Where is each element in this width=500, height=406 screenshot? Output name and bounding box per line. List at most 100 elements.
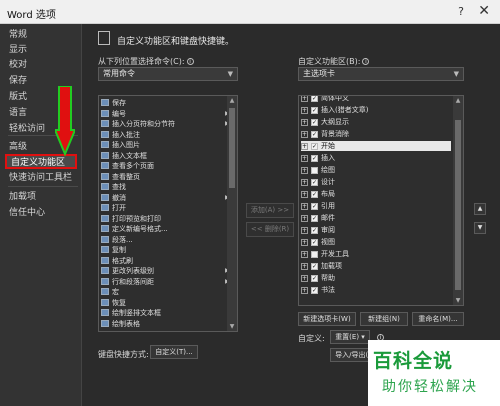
command-item[interactable]: 复制 [101,246,126,254]
expand-icon[interactable]: + [301,238,308,246]
nav-item[interactable]: 高级 [9,140,27,155]
ribbon-tab-item[interactable]: + ✓ 帮助 [301,273,451,283]
scroll-up-icon[interactable]: ▲ [227,97,237,104]
tab-checkbox[interactable]: ✓ [311,190,318,198]
command-item[interactable]: 查看多个页面 [101,162,154,170]
nav-item[interactable]: 加载项 [9,190,36,205]
command-item[interactable]: 段落... [101,235,133,244]
ribbon-tab-item[interactable]: + ✓ 设计 [301,177,451,187]
remove-button[interactable]: << 删除(R) [246,222,294,237]
expand-icon[interactable]: + [301,130,308,138]
command-item[interactable]: 打开 [101,204,126,212]
command-item[interactable]: 插入图片 [101,141,140,149]
command-item[interactable]: 打印预览和打印 [101,214,161,223]
ribbon-tab-item[interactable]: + ✓ 审阅 [301,225,451,235]
ribbon-tab-item[interactable]: + ✓ 书法 [301,285,451,295]
expand-icon[interactable]: + [301,202,308,210]
expand-icon[interactable]: + [301,118,308,126]
nav-item[interactable]: 信任中心 [9,206,45,221]
rename-button[interactable]: 重命名(M)... [412,312,464,326]
expand-icon[interactable]: + [301,286,308,294]
expand-icon[interactable]: + [301,262,308,270]
keyboard-customize-button[interactable]: 自定义(T)... [150,345,198,359]
customize-ribbon-select[interactable]: 主选项卡 ▼ [298,67,464,81]
move-down-button[interactable]: ▼ [474,222,486,234]
tab-checkbox[interactable]: ✓ [311,154,318,162]
scroll-down-icon[interactable]: ▼ [453,297,463,304]
move-up-button[interactable]: ▲ [474,203,486,215]
command-item[interactable]: 编号▶ [101,109,230,118]
command-item[interactable]: 查找 [101,183,126,191]
expand-icon[interactable]: + [301,190,308,198]
nav-item[interactable]: 快速访问工具栏 [9,171,72,186]
expand-icon[interactable]: + [301,166,308,174]
tab-checkbox[interactable]: ✓ [311,96,318,102]
nav-item[interactable]: 自定义功能区 [5,154,77,169]
add-button[interactable]: 添加(A) >> [246,203,294,218]
ribbon-tab-item[interactable]: + ✓ 简体中文 [301,96,451,103]
commands-list[interactable]: 保存编号▶ 插入分页符和分节符▶ 插入批注插入图片插入文本框查看多个页面查看整页查找… [98,95,238,332]
commands-scrollbar[interactable]: ▲ ▼ [227,96,237,331]
new-tab-button[interactable]: 新建选项卡(W) [298,312,356,326]
tab-checkbox[interactable]: ✓ [311,274,318,282]
command-item[interactable]: 宏 [101,288,119,296]
ribbon-tab-item[interactable]: + ✓ 插入(猎者文章) [301,105,451,115]
tab-checkbox[interactable]: ✓ [311,142,318,150]
ribbon-tab-item[interactable]: + ✓ 插入 [301,153,451,163]
tab-checkbox[interactable]: ✓ [311,118,318,126]
nav-item[interactable]: 常规 [9,28,27,43]
command-item[interactable]: 插入文本框 [101,151,147,160]
command-item[interactable]: 插入分页符和分节符▶ [101,120,230,128]
command-item[interactable]: 插入批注 [101,130,140,139]
ribbon-tab-item[interactable]: + ✓ 加载项 [301,261,451,271]
scroll-down-icon[interactable]: ▼ [227,323,237,330]
tab-checkbox[interactable] [311,250,318,258]
command-item[interactable]: 定义新编号格式... [101,225,168,233]
ribbon-tab-item[interactable]: + ✓ 开始 [301,141,451,151]
scroll-thumb[interactable] [229,108,235,188]
expand-icon[interactable]: + [301,214,308,222]
command-item[interactable]: 更改列表级别▶ [101,267,230,275]
ribbon-tab-item[interactable]: + ✓ 背景消除 [301,129,451,139]
expand-icon[interactable]: + [301,142,308,150]
expand-icon[interactable]: + [301,250,308,258]
expand-icon[interactable]: + [301,106,308,114]
new-group-button[interactable]: 新建组(N) [360,312,408,326]
ribbon-tab-item[interactable]: + ✓ 大纲显示 [301,117,451,127]
expand-icon[interactable]: + [301,274,308,282]
tab-checkbox[interactable]: ✓ [311,286,318,294]
expand-icon[interactable]: + [301,154,308,162]
scroll-up-icon[interactable]: ▲ [453,97,463,104]
ribbon-tab-item[interactable]: + ✓ 引用 [301,201,451,211]
ribbon-tab-item[interactable]: + 绘图 [301,165,451,175]
nav-item[interactable]: 保存 [9,74,27,89]
tab-checkbox[interactable]: ✓ [311,238,318,246]
tab-checkbox[interactable]: ✓ [311,262,318,270]
scroll-thumb[interactable] [455,120,461,290]
ribbon-tab-item[interactable]: + ✓ 邮件 [301,213,451,223]
nav-item[interactable]: 版式 [9,90,27,105]
tab-checkbox[interactable] [311,166,318,174]
tab-checkbox[interactable]: ✓ [311,202,318,210]
command-item[interactable]: 恢复 [101,298,126,307]
command-item[interactable]: 保存 [101,99,126,107]
reset-button[interactable]: 重置(E) ▾ [330,330,370,344]
ribbon-tab-item[interactable]: + ✓ 布局 [301,189,451,199]
ribbon-tab-item[interactable]: + 开发工具 [301,249,451,259]
command-item[interactable]: 格式刷 [101,256,133,265]
expand-icon[interactable]: + [301,226,308,234]
close-button[interactable]: ✕ [478,3,490,19]
tab-checkbox[interactable]: ✓ [311,106,318,114]
nav-item[interactable]: 语言 [9,106,27,121]
choose-commands-select[interactable]: 常用命令 ▼ [98,67,238,81]
ribbon-tabs-tree[interactable]: + ✓ 简体中文 + ✓ 插入(猎者文章) + ✓ 大纲显示 + ✓ 背景消除 + ✓ 开始 + ✓ 插入 + 绘图 +… [298,95,464,306]
command-item[interactable]: 绘制竖排文本框 [101,309,161,317]
command-item[interactable]: 行和段落间距▶ [101,277,230,286]
tab-checkbox[interactable]: ✓ [311,214,318,222]
command-item[interactable]: 查看整页 [101,172,140,181]
command-item[interactable]: 撤消▶ [101,193,230,202]
help-button[interactable]: ? [458,5,464,18]
expand-icon[interactable]: + [301,96,308,102]
nav-item[interactable]: 显示 [9,43,27,58]
ribbon-tab-item[interactable]: + ✓ 视图 [301,237,451,247]
